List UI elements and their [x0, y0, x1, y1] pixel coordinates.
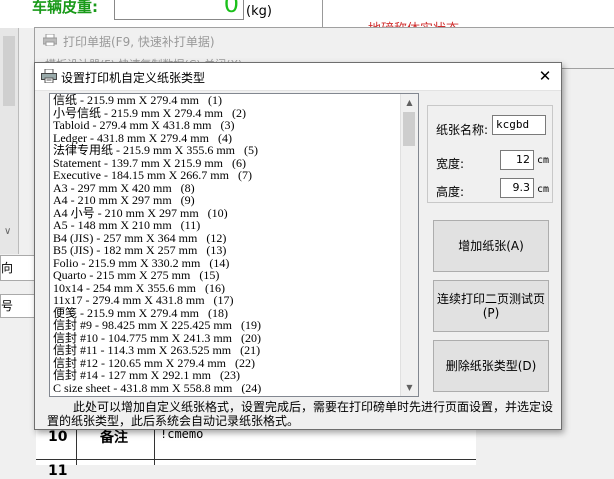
tare-weight-unit: (kg) — [246, 4, 272, 19]
list-item[interactable]: Ledger - 431.8 mm X 279.4 mm (4) — [53, 132, 398, 145]
left-scrollbar[interactable] — [0, 28, 19, 254]
tare-weight-label: 车辆皮重: — [32, 0, 98, 16]
list-item[interactable]: B5 (JIS) - 182 mm X 257 mm (13) — [53, 244, 398, 257]
height-input[interactable]: 9.3 — [500, 178, 534, 198]
paper-type-list[interactable]: 信纸 - 215.9 mm X 279.4 mm (1) 小号信纸 - 215.9… — [49, 93, 419, 397]
printer-icon — [43, 34, 57, 46]
list-item[interactable]: 便笺 - 215.9 mm X 279.4 mm (18) — [53, 307, 398, 320]
left-tab-1[interactable]: 向 — [0, 255, 38, 281]
tare-weight-value: 0 — [223, 0, 239, 18]
add-paper-button[interactable]: 增加纸张(A) — [433, 220, 549, 272]
list-item[interactable]: Executive - 184.15 mm X 266.7 mm (7) — [53, 169, 398, 182]
table-cell-label: 备注 — [100, 430, 128, 446]
custom-paper-dialog: 设置打印机自定义纸张类型 ✕ 信纸 - 215.9 mm X 279.4 mm … — [34, 62, 562, 430]
dialog-titlebar[interactable]: 设置打印机自定义纸张类型 ✕ — [35, 63, 561, 91]
list-scrollbar[interactable]: ▲ ▼ — [400, 94, 418, 396]
list-item[interactable]: 11x17 - 279.4 mm X 431.8 mm (17) — [53, 294, 398, 307]
list-item[interactable]: 10x14 - 254 mm X 355.6 mm (16) — [53, 282, 398, 295]
list-item[interactable]: 信封 #14 - 127 mm X 292.1 mm (23) — [53, 369, 398, 382]
height-unit: cm — [537, 184, 550, 195]
list-item[interactable]: 信封 #9 - 98.425 mm X 225.425 mm (19) — [53, 319, 398, 332]
scrollbar-thumb[interactable] — [403, 112, 415, 146]
scroll-down-icon[interactable]: ▼ — [401, 379, 418, 396]
list-item[interactable]: Tabloid - 279.4 mm X 431.8 mm (3) — [53, 119, 398, 132]
close-button[interactable]: ✕ — [535, 66, 555, 86]
print-dialog-title: 打印单据(F9, 快速补打单据) — [63, 35, 215, 49]
width-unit: cm — [537, 155, 550, 166]
list-item[interactable]: 信纸 - 215.9 mm X 279.4 mm (1) — [53, 94, 398, 107]
help-note-line: 置的纸张类型，此后系统会自动记录纸张格式。 — [47, 414, 300, 428]
list-item[interactable]: 法律专用纸 - 215.9 mm X 355.6 mm (5) — [53, 144, 398, 157]
list-item[interactable]: 信封 #12 - 120.65 mm X 279.4 mm (22) — [53, 357, 398, 370]
table-row-number: 11 — [48, 463, 68, 479]
width-input[interactable]: 12 — [500, 150, 534, 170]
printer-icon — [41, 69, 57, 83]
tare-weight-display: 0 — [114, 0, 244, 20]
list-item[interactable]: A5 - 148 mm X 210 mm (11) — [53, 219, 398, 232]
help-note-line: 此处可以增加自定义纸张格式，设置完成后，需要在打印磅单时先进行页面设置，并选定设 — [73, 400, 554, 414]
dialog-title: 设置打印机自定义纸张类型 — [61, 71, 206, 85]
scroll-up-icon[interactable]: ▲ — [401, 94, 418, 111]
list-item[interactable]: B4 (JIS) - 257 mm X 364 mm (12) — [53, 232, 398, 245]
table-row-number: 10 — [48, 429, 68, 445]
list-item[interactable]: 小号信纸 - 215.9 mm X 279.4 mm (2) — [53, 107, 398, 120]
chevron-down-icon[interactable]: ∨ — [4, 226, 11, 237]
paper-name-input[interactable]: kcgbd — [492, 115, 546, 135]
print-test-page-button[interactable]: 连续打印二页测试页(P) — [433, 280, 549, 332]
paper-name-label: 纸张名称: — [436, 123, 489, 137]
scrollbar-thumb[interactable] — [3, 36, 15, 106]
list-item[interactable]: Statement - 139.7 mm X 215.9 mm (6) — [53, 157, 398, 170]
left-tab-2[interactable]: 号 — [0, 294, 38, 318]
delete-paper-type-button[interactable]: 删除纸张类型(D) — [433, 340, 549, 392]
paper-list-items: 信纸 - 215.9 mm X 279.4 mm (1) 小号信纸 - 215.9… — [53, 94, 398, 396]
list-item[interactable]: Quarto - 215 mm X 275 mm (15) — [53, 269, 398, 282]
list-item[interactable]: A3 - 297 mm X 420 mm (8) — [53, 182, 398, 195]
list-item[interactable]: D size sheet - 558.8 mm X 863.6 mm (25) — [53, 394, 398, 396]
paper-properties-group: 纸张名称: kcgbd 宽度: 12 cm 高度: 9.3 cm — [427, 105, 553, 203]
list-item[interactable]: A4 小号 - 210 mm X 297 mm (10) — [53, 207, 398, 220]
height-label: 高度: — [436, 185, 465, 199]
width-label: 宽度: — [436, 157, 465, 171]
list-item[interactable]: 信封 #10 - 104.775 mm X 241.3 mm (20) — [53, 332, 398, 345]
list-item[interactable]: 信封 #11 - 114.3 mm X 263.525 mm (21) — [53, 344, 398, 357]
list-item[interactable]: A4 - 210 mm X 297 mm (9) — [53, 194, 398, 207]
list-item[interactable]: C size sheet - 431.8 mm X 558.8 mm (24) — [53, 382, 398, 395]
list-item[interactable]: Folio - 215.9 mm X 330.2 mm (14) — [53, 257, 398, 270]
help-note: 此处可以增加自定义纸张格式，设置完成后，需要在打印磅单时先进行页面设置，并选定设… — [47, 400, 557, 428]
